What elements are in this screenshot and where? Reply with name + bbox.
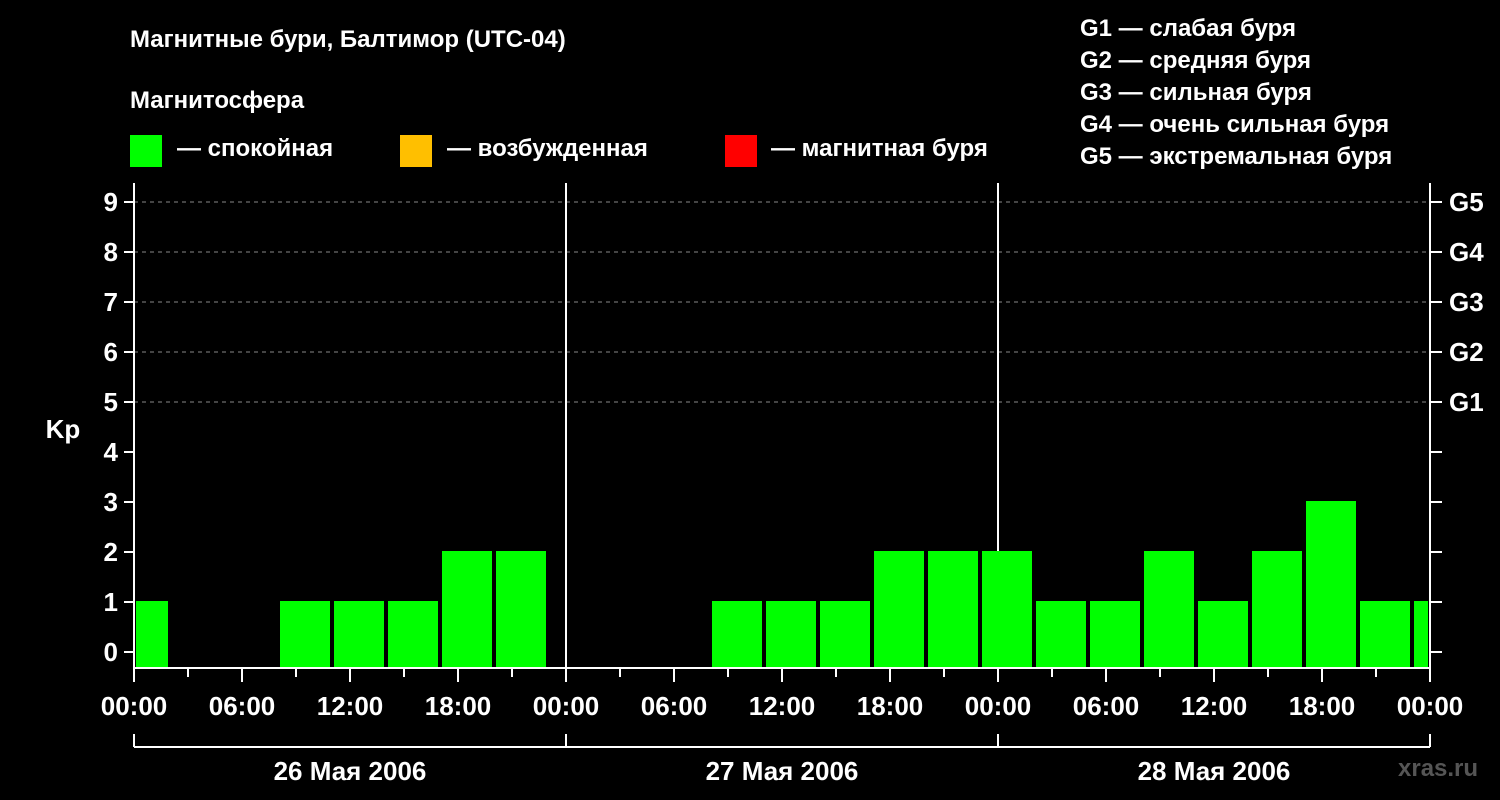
g-tick-label-G2: G2 <box>1449 337 1484 367</box>
x-tick-label-3: 18:00 <box>425 691 492 721</box>
x-tick-label-5: 06:00 <box>641 691 708 721</box>
kp-bar-5 <box>496 551 546 668</box>
y-tick-label-3: 3 <box>104 487 118 517</box>
kp-bar-16 <box>1252 551 1302 668</box>
x-tick-label-10: 12:00 <box>1181 691 1248 721</box>
x-tick-label-4: 00:00 <box>533 691 600 721</box>
day-label-1: 27 Мая 2006 <box>706 756 859 786</box>
kp-bar-15 <box>1198 601 1248 668</box>
kp-bar-0 <box>136 601 168 668</box>
x-tick-label-6: 12:00 <box>749 691 816 721</box>
y-axis-label: Kp <box>46 414 81 444</box>
kp-bar-6 <box>712 601 762 668</box>
kp-bar-4 <box>442 551 492 668</box>
y-tick-label-2: 2 <box>104 537 118 567</box>
x-tick-label-0: 00:00 <box>101 691 168 721</box>
kp-bar-3 <box>388 601 438 668</box>
x-tick-label-2: 12:00 <box>317 691 384 721</box>
kp-bar-8 <box>820 601 870 668</box>
watermark: xras.ru <box>1398 755 1479 782</box>
y-tick-label-1: 1 <box>104 587 118 617</box>
y-tick-label-4: 4 <box>104 437 119 467</box>
y-tick-label-5: 5 <box>104 387 118 417</box>
x-tick-label-7: 18:00 <box>857 691 924 721</box>
x-tick-label-9: 06:00 <box>1073 691 1140 721</box>
g-tick-label-G5: G5 <box>1449 187 1484 217</box>
day-label-0: 26 Мая 2006 <box>274 756 427 786</box>
kp-bar-12 <box>1036 601 1086 668</box>
g-tick-label-G3: G3 <box>1449 287 1484 317</box>
kp-bar-7 <box>766 601 816 668</box>
kp-bar-1 <box>280 601 330 668</box>
y-tick-label-6: 6 <box>104 337 118 367</box>
y-tick-label-8: 8 <box>104 237 118 267</box>
kp-bar-17 <box>1306 501 1356 668</box>
x-tick-label-11: 18:00 <box>1289 691 1356 721</box>
x-tick-label-1: 06:00 <box>209 691 276 721</box>
x-tick-label-12: 00:00 <box>1397 691 1464 721</box>
kp-bar-14 <box>1144 551 1194 668</box>
kp-bar-10 <box>928 551 978 668</box>
day-label-2: 28 Мая 2006 <box>1138 756 1291 786</box>
kp-bar-9 <box>874 551 924 668</box>
kp-bar-13 <box>1090 601 1140 668</box>
g-tick-label-G1: G1 <box>1449 387 1484 417</box>
g-tick-label-G4: G4 <box>1449 237 1484 267</box>
y-tick-label-7: 7 <box>104 287 118 317</box>
kp-chart: 0 1 2 3 4 5 6 7 8 9 G1 G2 G3 G4 G5 Kp 00:00 06:00 12:00 18:… <box>46 183 1484 786</box>
kp-bar-18 <box>1360 601 1410 668</box>
y-tick-label-0: 0 <box>104 637 118 667</box>
kp-bar-2 <box>334 601 384 668</box>
kp-bar-19 <box>1414 601 1428 668</box>
kp-bar-11 <box>982 551 1032 668</box>
y-tick-label-9: 9 <box>104 187 118 217</box>
x-tick-label-8: 00:00 <box>965 691 1032 721</box>
